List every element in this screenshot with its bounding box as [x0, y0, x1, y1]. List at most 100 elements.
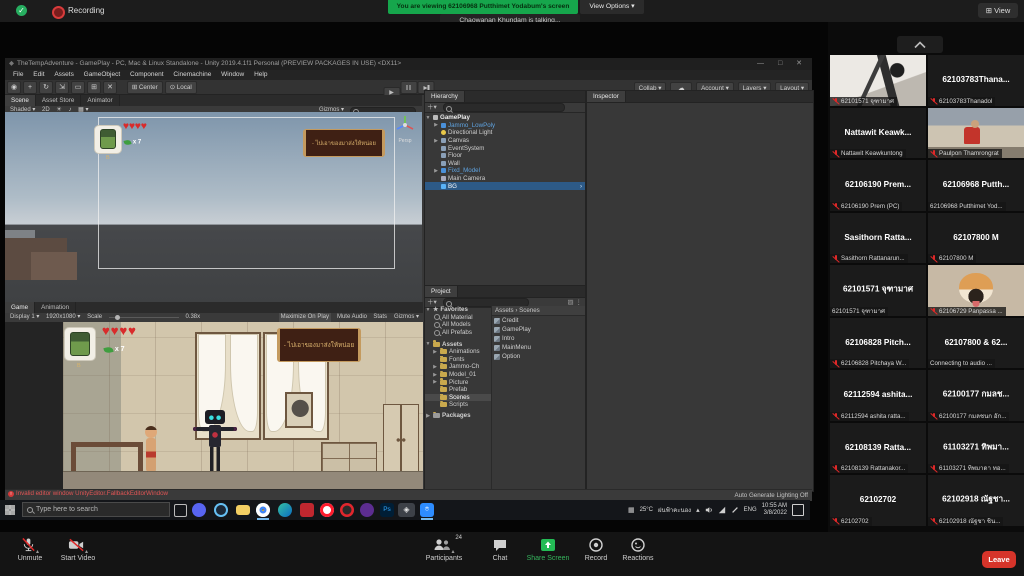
participant-tile[interactable]: 62106190 Prem...62106190 Prem (PC): [830, 160, 926, 211]
auto-generate-lighting[interactable]: Auto Generate Lighting Off: [735, 492, 809, 499]
participant-tile[interactable]: 62102918 ณัฐชา...62102918 ณัฐชา ชิน...: [928, 475, 1024, 526]
hierarchy-search-input[interactable]: [443, 103, 565, 112]
hierarchy-item[interactable]: Wall: [425, 160, 585, 168]
steam-icon[interactable]: [214, 503, 228, 517]
folder-row[interactable]: ▶Picture: [425, 378, 491, 386]
unity-taskbar-icon[interactable]: ◈: [398, 503, 415, 517]
menu-window[interactable]: Window: [221, 71, 244, 78]
scene-file[interactable]: Credit: [492, 316, 585, 325]
tab-animator[interactable]: Animator: [81, 95, 119, 106]
edge-icon[interactable]: [278, 503, 292, 517]
leave-button[interactable]: Leave: [982, 551, 1016, 568]
folder-row[interactable]: Fonts: [425, 356, 491, 364]
chrome-icon[interactable]: [256, 503, 270, 517]
favorites-root[interactable]: ▼★Favorites: [425, 306, 491, 314]
tab-asset-store[interactable]: Asset Store: [36, 95, 82, 106]
opera-icon[interactable]: [320, 503, 334, 517]
tab-game[interactable]: Game: [5, 302, 35, 313]
participant-tile[interactable]: 6210270262102702: [830, 475, 926, 526]
participant-tile[interactable]: 62112594 ashita...62112594 ashita ratta.…: [830, 370, 926, 421]
opera-gx-icon[interactable]: [340, 503, 354, 517]
hand-tool-button[interactable]: ◉: [7, 81, 21, 94]
mute-audio-toggle[interactable]: Mute Audio: [337, 313, 367, 322]
folder-row[interactable]: Prefab: [425, 386, 491, 394]
participant-tile[interactable]: 62100177 กมลช...62100177 กมลชนก อัก...: [928, 370, 1024, 421]
tab-hierarchy[interactable]: Hierarchy: [425, 91, 465, 102]
scene-file[interactable]: MainMenu: [492, 343, 585, 352]
file-explorer-icon[interactable]: [236, 505, 250, 515]
hierarchy-item[interactable]: ▶Fixd_Model: [425, 167, 585, 175]
network-icon[interactable]: [718, 506, 726, 514]
participant-tile[interactable]: Paulpon Thamrongrat: [928, 108, 1024, 159]
tray-temp[interactable]: 25°C: [640, 507, 653, 513]
participant-tile[interactable]: 62106968 Putth...62106968 Putthimet Yod.…: [928, 160, 1024, 211]
collapse-thumbnails-button[interactable]: [897, 36, 943, 53]
task-view-icon[interactable]: [174, 504, 187, 517]
tab-project[interactable]: Project: [425, 286, 458, 297]
pivot-center-toggle[interactable]: ⊞ Center: [127, 81, 163, 94]
transform-tool-button[interactable]: ⊞: [87, 81, 101, 94]
hierarchy-item[interactable]: ▶Canvas: [425, 137, 585, 145]
pivot-local-toggle[interactable]: ⊙ Local: [165, 81, 197, 94]
scale-slider[interactable]: [109, 317, 179, 318]
hierarchy-item[interactable]: Directional Light: [425, 129, 585, 137]
scene-root-row[interactable]: ▼GamePlay: [425, 114, 585, 122]
tab-inspector[interactable]: Inspector: [587, 91, 626, 102]
window-controls[interactable]: — □ ✕: [757, 58, 808, 70]
custom-tool-button[interactable]: ✕: [103, 81, 117, 94]
participants-button[interactable]: 24▴ Participants: [414, 537, 474, 562]
participant-tile[interactable]: 62107800 & 62...Connecting to audio ...: [928, 318, 1024, 369]
rect-tool-button[interactable]: ▭: [71, 81, 85, 94]
maximize-on-play-toggle[interactable]: Maximize On Play: [279, 313, 331, 322]
assets-root[interactable]: ▼Assets: [425, 340, 491, 348]
scene-orientation-gizmo[interactable]: Persp: [392, 114, 418, 144]
move-tool-button[interactable]: +: [23, 81, 37, 94]
scene-file[interactable]: GamePlay: [492, 325, 585, 334]
favorite-item[interactable]: All Models: [425, 321, 491, 329]
folder-row[interactable]: ▶Model_01: [425, 371, 491, 379]
hierarchy-item[interactable]: EventSystem: [425, 144, 585, 152]
taskbar-search[interactable]: Type here to search: [22, 502, 170, 517]
recording-indicator-icon[interactable]: [52, 6, 65, 19]
tray-weather[interactable]: ฝนฟ้าคะนอง: [658, 505, 691, 515]
hierarchy-item[interactable]: ▶Jammo_LowPoly: [425, 122, 585, 130]
pen-icon[interactable]: [731, 506, 739, 514]
menu-cinemachine[interactable]: Cinemachine: [173, 71, 211, 78]
participant-tile[interactable]: 61103271 ทิพมา...61103271 ทิพมาดา ทอ...: [928, 423, 1024, 474]
stats-toggle[interactable]: Stats: [373, 313, 387, 322]
participant-tile[interactable]: Sasithorn Ratta...Sasithorn Rattanarun..…: [830, 213, 926, 264]
participant-tile[interactable]: 62103783Thana...62103783Thanadol: [928, 55, 1024, 106]
scale-tool-button[interactable]: ⇲: [55, 81, 69, 94]
participant-tile[interactable]: 62106729 Panpassa ...: [928, 265, 1024, 316]
rotate-tool-button[interactable]: ↻: [39, 81, 53, 94]
menu-help[interactable]: Help: [254, 71, 267, 78]
zoom-taskbar-icon[interactable]: ⌾: [420, 503, 434, 517]
favorite-item[interactable]: All Prefabs: [425, 329, 491, 337]
scene-file[interactable]: Intro: [492, 334, 585, 343]
pause-button[interactable]: [400, 81, 417, 94]
folder-row[interactable]: ▶Animations: [425, 348, 491, 356]
start-button-icon[interactable]: [5, 505, 15, 515]
speaker-icon[interactable]: [705, 506, 713, 514]
participant-tile[interactable]: 62101571 จุฑามาศ: [830, 55, 926, 106]
photoshop-icon[interactable]: Ps: [380, 503, 394, 517]
tab-scene[interactable]: Scene: [5, 95, 36, 106]
scene-file[interactable]: Option: [492, 352, 585, 361]
hierarchy-item-selected[interactable]: BG›: [425, 182, 585, 190]
unity-title-bar[interactable]: ◆TheTempAdventure - GamePlay - PC, Mac &…: [5, 58, 812, 70]
game-gizmos-dropdown[interactable]: Gizmos ▾: [394, 313, 419, 322]
folder-row[interactable]: ▶Jammo-Ch: [425, 363, 491, 371]
favorite-item[interactable]: All Material: [425, 314, 491, 322]
menu-gameobject[interactable]: GameObject: [84, 71, 121, 78]
project-breadcrumb[interactable]: Assets › Scenes: [492, 306, 585, 316]
hierarchy-item[interactable]: Main Camera: [425, 175, 585, 183]
participant-tile[interactable]: 62108139 Ratta...62108139 Rattanakor...: [830, 423, 926, 474]
display-dropdown[interactable]: Display 1 ▾: [10, 313, 39, 322]
participant-tile[interactable]: 62106828 Pitch...62106828 Pitchaya W...: [830, 318, 926, 369]
red-app-icon[interactable]: [300, 503, 314, 517]
start-video-button[interactable]: ▴ Start Video: [48, 537, 108, 562]
participant-tile[interactable]: 62101571 จุฑามาศ62101571 จุฑามาศ: [830, 265, 926, 316]
hierarchy-item[interactable]: Floor: [425, 152, 585, 160]
menu-component[interactable]: Component: [130, 71, 164, 78]
folder-row-selected[interactable]: Scenes: [425, 394, 491, 402]
